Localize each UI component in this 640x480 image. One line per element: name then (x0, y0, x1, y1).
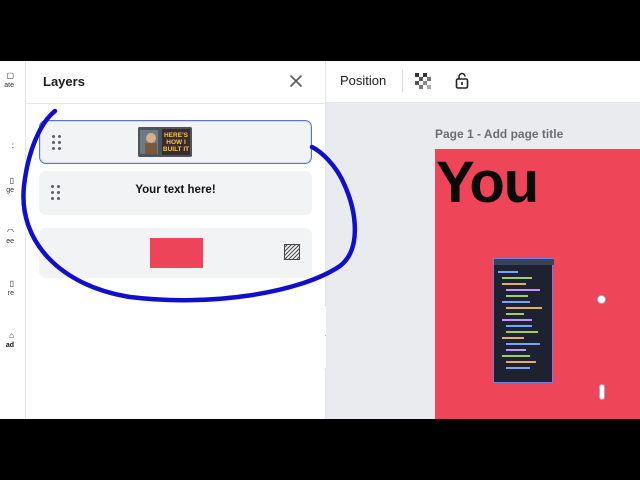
drag-handle-icon[interactable] (52, 135, 64, 151)
panel-divider (26, 103, 326, 104)
side-resize-handle[interactable] (599, 384, 605, 400)
panel-title: Layers (43, 74, 85, 89)
layer-item-shape[interactable] (39, 228, 312, 278)
toolbar: Position (326, 61, 640, 103)
page-title-placeholder: Add page title (483, 127, 564, 141)
thumbnail-graphic: HERE'S HOW I BUILT IT (138, 127, 192, 157)
side-rail: ▢ ate : ▯ ge ◠ ee ▯ re ⌂ ad (0, 61, 26, 419)
layer-item-text[interactable]: Your text here! (39, 171, 312, 215)
layer-text-preview: Your text here! (135, 184, 216, 196)
style-icon: ◠ (7, 227, 14, 236)
canvas-area: Page 1 - Add page title You (326, 103, 640, 419)
templates-icon: ▢ (6, 71, 14, 80)
layer-thumbnail-image: HERE'S HOW I BUILT IT (138, 127, 192, 157)
layer-item-image[interactable]: HERE'S HOW I BUILT IT (39, 120, 312, 164)
rail-item-upload[interactable]: ⌂ ad (0, 331, 14, 350)
toolbar-divider (402, 70, 403, 92)
layer-thumbnail-rectangle (150, 238, 203, 268)
svg-text:HOW I: HOW I (166, 139, 186, 146)
rail-item-page[interactable]: ▯ ge (0, 176, 14, 195)
rail-item-style[interactable]: ◠ ee (0, 227, 14, 246)
page-icon: ▯ (9, 176, 14, 185)
unlock-icon[interactable] (455, 72, 469, 89)
layers-panel: Layers HERE'S HOW I BUILT IT Your text h… (26, 61, 326, 419)
more-icon: ▯ (9, 279, 14, 288)
close-icon[interactable] (288, 73, 304, 89)
rail-item-templates[interactable]: ▢ ate (0, 71, 14, 90)
svg-text:BUILT IT: BUILT IT (163, 146, 189, 153)
editor-window: ▢ ate : ▯ ge ◠ ee ▯ re ⌂ ad Layers HERE'… (0, 61, 640, 419)
transparency-pattern-icon (284, 244, 300, 260)
upload-icon: ⌂ (9, 331, 14, 340)
letterbox-bottom (0, 419, 640, 480)
page-title[interactable]: Page 1 - Add page title (435, 127, 563, 141)
rail-item-more[interactable]: ▯ re (0, 279, 14, 298)
letterbox-top (0, 0, 640, 61)
position-button[interactable]: Position (340, 73, 386, 88)
code-lines-graphic (494, 259, 554, 369)
rail-item-elements[interactable]: : (0, 141, 14, 151)
page-heading-text[interactable]: You (436, 149, 539, 216)
code-screenshot-element[interactable] (493, 258, 554, 383)
resize-handle[interactable] (597, 295, 606, 304)
svg-text:HERE'S: HERE'S (164, 132, 189, 139)
elements-icon: : (11, 141, 14, 150)
transparency-icon[interactable] (415, 73, 431, 89)
